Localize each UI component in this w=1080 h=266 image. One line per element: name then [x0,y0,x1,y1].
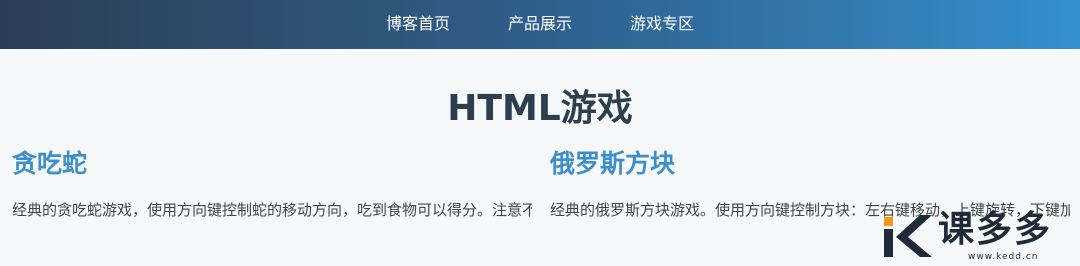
game-description: 经典的贪吃蛇游戏，使用方向键控制蛇的移动方向，吃到食物可以得分。注意不 [12,201,532,218]
nav-link-blog-home[interactable]: 博客首页 [386,13,450,35]
game-title[interactable]: 贪吃蛇 [12,148,532,180]
watermark-logo: 课多多 www.kedd.cn [880,207,1080,266]
game-title[interactable]: 俄罗斯方块 [550,148,1070,180]
top-navbar: 博客首页 产品展示 游戏专区 [0,0,1080,49]
watermark-k-icon [884,215,932,257]
watermark-url: www.kedd.cn [968,252,1039,262]
page-title: HTML游戏 [447,88,633,129]
nav-link-products[interactable]: 产品展示 [508,13,572,35]
game-card-snake[interactable]: 贪吃蛇 经典的贪吃蛇游戏，使用方向键控制蛇的移动方向，吃到食物可以得分。注意不 [12,148,532,218]
nav-link-games[interactable]: 游戏专区 [630,13,694,35]
watermark-text: 课多多 [938,209,1053,250]
